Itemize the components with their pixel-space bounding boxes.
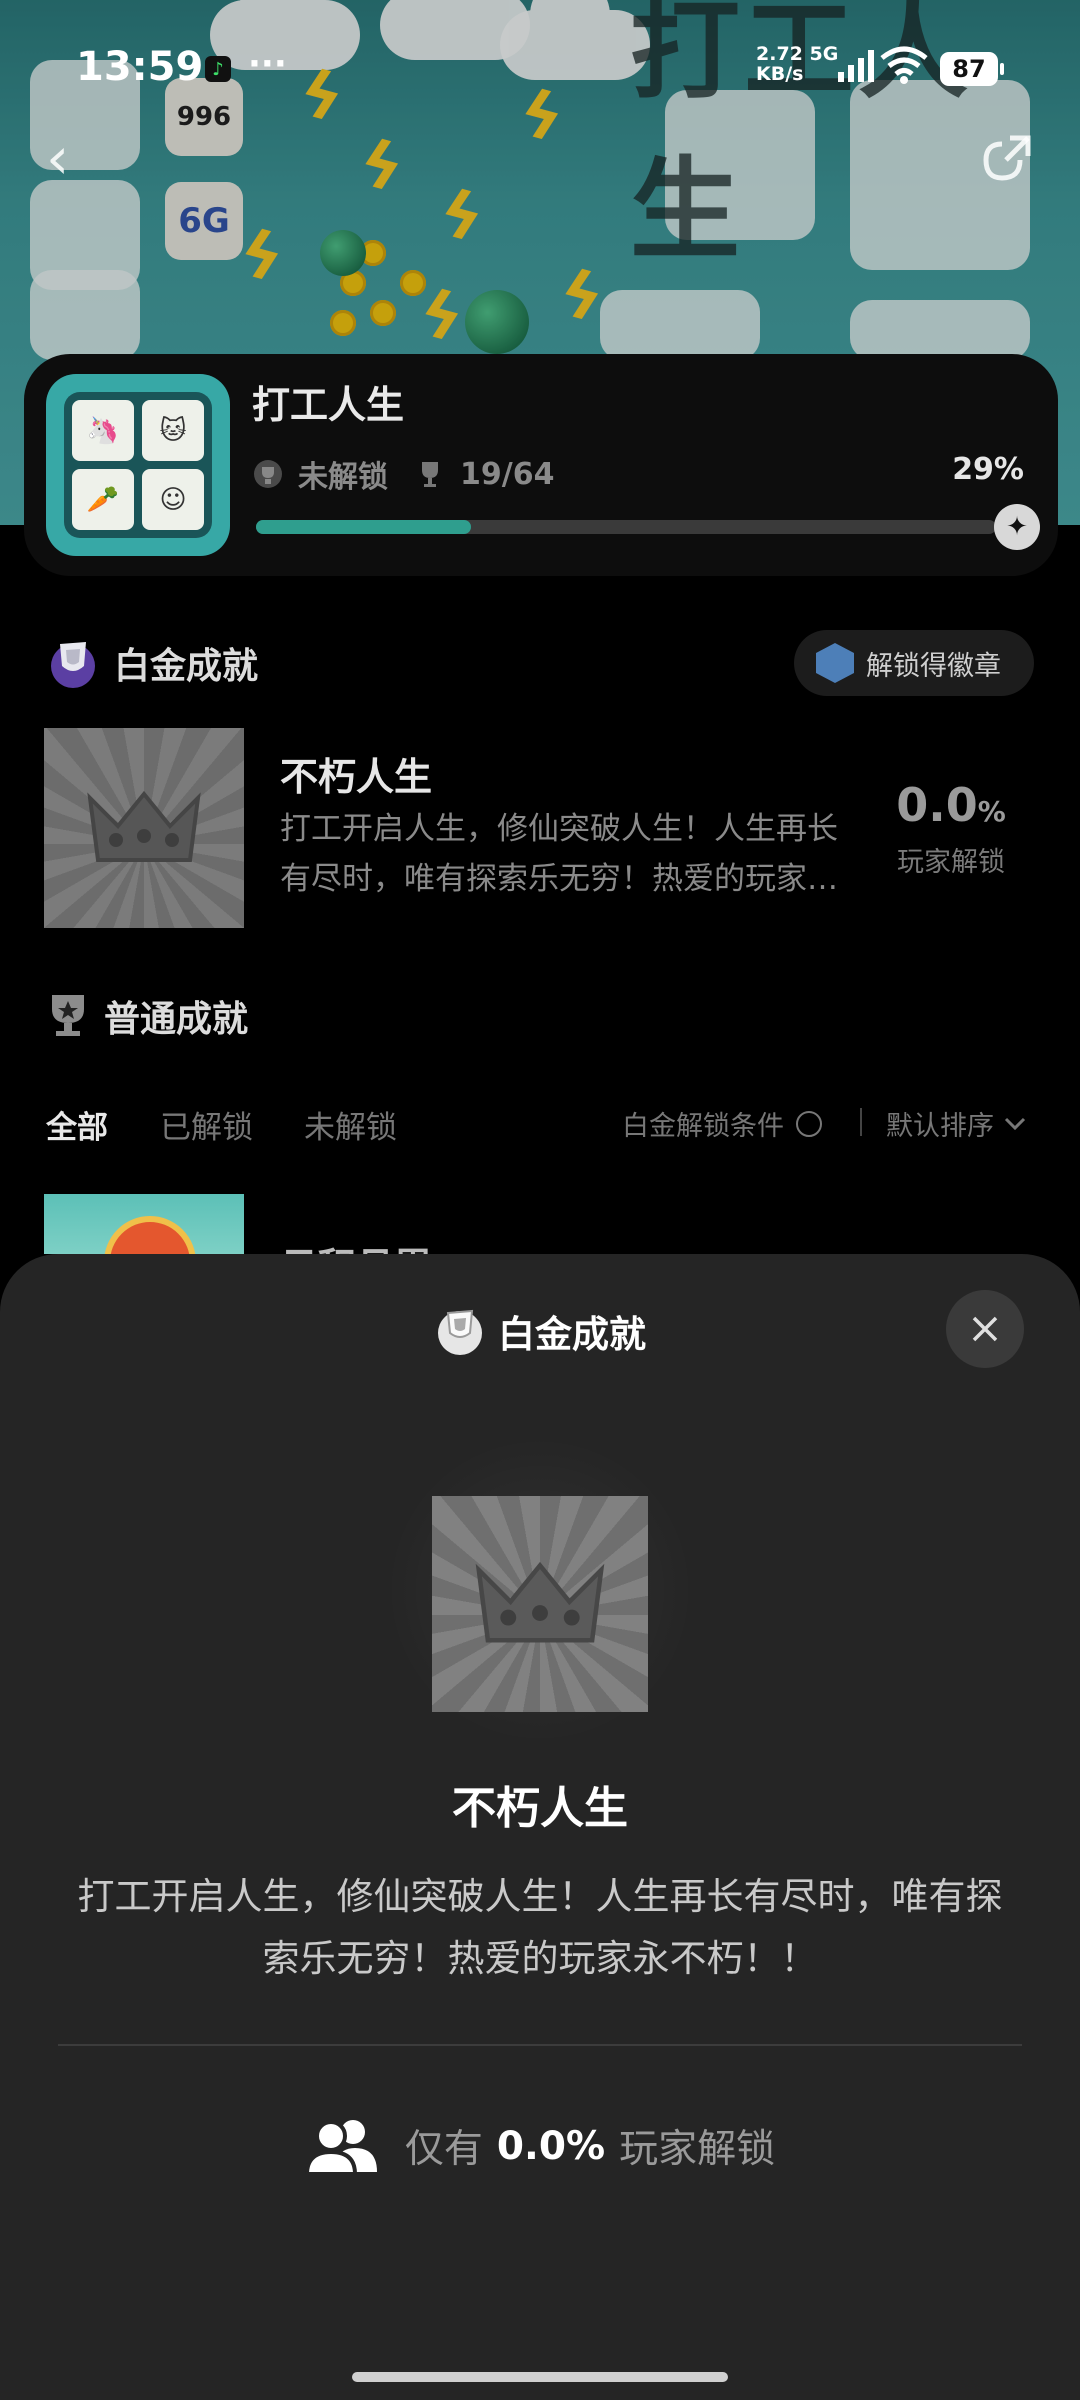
achievement-title-peek: 日积月累 (280, 1236, 432, 1256)
status-time: 13:59 (76, 44, 204, 90)
platinum-section-header: 白金成就 (46, 636, 258, 690)
signal-icon (838, 50, 874, 82)
filter-tab-unlocked[interactable]: 已解锁 (160, 1102, 253, 1147)
game-progress-bar (256, 520, 996, 534)
more-notifications-icon: ··· (248, 44, 287, 84)
tiktok-icon: ♪ (205, 56, 231, 82)
game-meta: 未解锁 19/64 (252, 452, 554, 496)
normal-section-header: 普通成就 (46, 990, 248, 1042)
achievement-percent: 0.0% (896, 778, 1006, 832)
status-bar: 13:59 ♪ ··· 2.72 5G KB/s 87 (0, 0, 1080, 140)
achievement-title: 不朽人生 (280, 755, 433, 799)
unlock-stat: 仅有 0.0% 玩家解锁 (0, 2116, 1080, 2176)
crown-icon (475, 1561, 605, 1643)
platinum-achievement-item[interactable]: 不朽人生 打工开启人生，修仙突破人生！人生再长有尽时，唯有探索乐无穷！热爱的玩家… (44, 728, 1036, 928)
network-speed: 2.72 5G KB/s (756, 43, 839, 85)
unlock-badge-button[interactable]: 解锁得徽章 (794, 630, 1034, 696)
platinum-goal-icon: ✦ (994, 504, 1040, 550)
platinum-condition-toggle[interactable]: 白金解锁条件 (622, 1104, 822, 1143)
sheet-header-title: 白金成就 (498, 1313, 646, 1356)
game-progress-fill (256, 520, 471, 534)
normal-section-title: 普通成就 (104, 999, 249, 1040)
game-thumbnail: 🦄 🐱 🥕 ☺ (46, 374, 230, 556)
cat-icon: 🐱 (142, 400, 204, 461)
sheet-achievement-description: 打工开启人生，修仙突破人生！人生再长有尽时，唯有探索乐无穷！热爱的玩家永不朽！！ (77, 1875, 1003, 1980)
filter-divider (860, 1108, 862, 1136)
platinum-locked-icon (254, 460, 282, 488)
radio-circle-icon (796, 1110, 822, 1137)
close-icon (972, 1316, 998, 1342)
game-unlock-status: 未解锁 (298, 460, 388, 495)
wifi-icon (880, 46, 928, 84)
achievement-filter-bar: 全部 已解锁 未解锁 白金解锁条件 默认排序 (46, 1102, 1036, 1146)
achievement-detail-sheet: 白金成就 不朽人生 打工开启人生，修仙突破人生！人生再长有尽时，唯有探索乐无穷！… (0, 1254, 1080, 2400)
battery-indicator: 87 (940, 52, 1004, 86)
platinum-trophy-icon (51, 642, 95, 688)
achievement-image-peek[interactable] (44, 1194, 244, 1254)
game-summary-card[interactable]: 🦄 🐱 🥕 ☺ 打工人生 未解锁 19/64 29% ✦ (24, 354, 1058, 576)
achievement-image (44, 728, 244, 928)
trophy-count: 19/64 (460, 456, 555, 492)
unlock-prefix: 仅有 (404, 2127, 483, 2172)
unlock-suffix: 玩家解锁 (619, 2127, 776, 2172)
sort-dropdown[interactable]: 默认排序 (886, 1104, 1026, 1143)
users-icon (304, 2120, 377, 2176)
achievement-description: 打工开启人生，修仙突破人生！人生再长有尽时，唯有探索乐无穷！热爱的玩家永不朽！！ (280, 811, 838, 897)
achievement-percent-label: 玩家解锁 (897, 847, 1005, 878)
filter-tab-locked[interactable]: 未解锁 (304, 1102, 397, 1147)
platinum-section-title: 白金成就 (114, 646, 259, 687)
filter-tab-all[interactable]: 全部 (46, 1102, 108, 1147)
share-icon[interactable] (980, 130, 1036, 186)
home-indicator[interactable] (352, 2372, 728, 2382)
crown-icon (87, 790, 201, 862)
chevron-down-icon (1004, 1117, 1026, 1130)
sheet-header: 白金成就 (0, 1304, 1080, 1358)
back-button[interactable]: ‹ (46, 128, 94, 188)
face-icon: ☺ (142, 469, 204, 530)
game-progress-percent: 29% (952, 452, 1024, 487)
unlock-percent: 0.0% (496, 2123, 606, 2169)
unlock-badge-label: 解锁得徽章 (866, 650, 1001, 682)
game-title: 打工人生 (252, 383, 405, 427)
platinum-trophy-icon (438, 1309, 482, 1355)
normal-trophy-icon (52, 995, 84, 1036)
sheet-divider (58, 2044, 1022, 2046)
sort-label: 默认排序 (886, 1111, 994, 1142)
sheet-achievement-title: 不朽人生 (452, 1783, 628, 1834)
platinum-condition-label: 白金解锁条件 (622, 1111, 784, 1142)
close-button[interactable] (946, 1290, 1024, 1368)
achievement-large-image (432, 1496, 648, 1712)
unicorn-icon: 🦄 (72, 400, 134, 461)
trophy-icon (422, 462, 438, 487)
carrot-icon: 🥕 (72, 469, 134, 530)
badge-hex-icon (816, 643, 854, 683)
